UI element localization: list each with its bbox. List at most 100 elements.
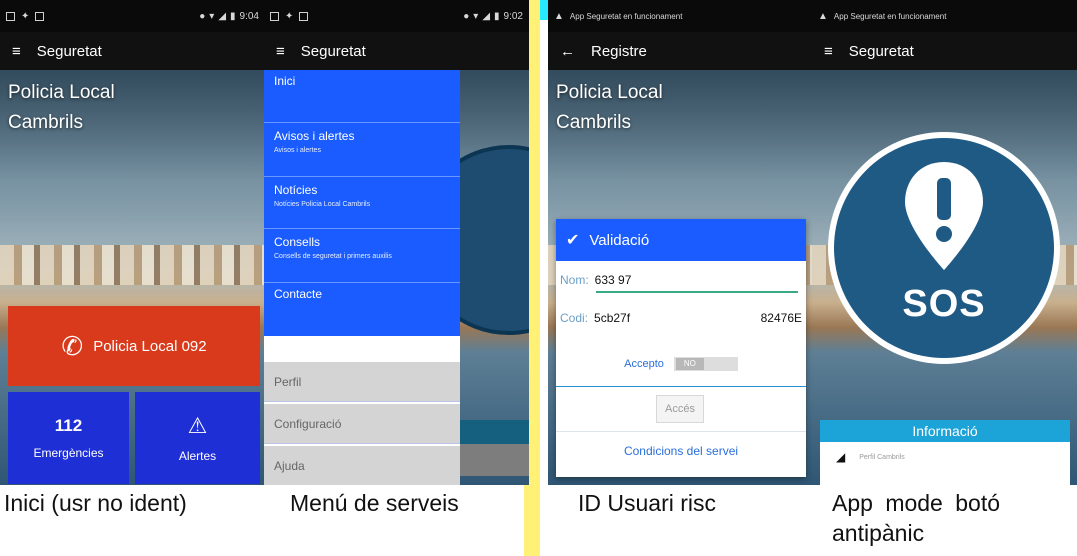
menu-item-label: Notícies — [274, 183, 318, 197]
alert-pin-icon — [905, 162, 983, 270]
battery-icon: ▮ — [494, 10, 500, 22]
code-field[interactable]: Codi: 5cb27f 82476E — [556, 303, 806, 333]
emergency-label: Emergències — [33, 446, 104, 460]
page-heading: Policia Local Cambrils — [556, 78, 663, 138]
info-panel-behind — [460, 444, 529, 476]
menu-item-configuracio[interactable]: Configuració — [264, 404, 460, 444]
info-panel: Informació ◢ Perfil Cambrils — [820, 420, 1070, 485]
menu-item-consells[interactable]: Consells Consells de seguretat i primers… — [264, 228, 460, 282]
menu-item-label: Configuració — [274, 416, 342, 431]
battery-icon: ▮ — [230, 10, 236, 22]
menu-item-label: Ajuda — [274, 458, 305, 473]
caption-screen3: ID Usuari risc — [578, 490, 717, 516]
alerts-tile[interactable]: ⚠ Alertes — [135, 392, 260, 484]
toggle-knob: NO — [675, 357, 704, 370]
notification-icon — [6, 11, 15, 21]
caption-screen4: App mode botó antipànic — [832, 490, 1001, 546]
page-heading: Policia Local Cambrils — [8, 78, 115, 138]
alerts-label: Alertes — [178, 449, 217, 463]
twitter-icon: ✦ — [21, 10, 30, 22]
menu-item-noticies[interactable]: Notícies Notícies Policia Local Cambrils — [264, 176, 460, 228]
heading-line: Cambrils — [8, 112, 83, 133]
menu-item-ajuda[interactable]: Ajuda — [264, 446, 460, 485]
app-title: Registre — [591, 42, 647, 60]
menu-item-inici[interactable]: Inici — [264, 70, 460, 122]
accept-label: Accepto — [624, 357, 664, 370]
hamburger-menu-icon[interactable]: ≡ — [12, 43, 21, 60]
field-underline — [596, 291, 798, 293]
drawer-services-section: Inici Avisos i alertes Avisos i alertes … — [264, 70, 460, 336]
heading-line: Policia Local — [8, 82, 115, 103]
signal-icon: ◢ — [218, 10, 227, 22]
app-bar: ≡ Seguretat — [264, 32, 529, 70]
menu-item-label: Avisos i alertes — [274, 129, 355, 143]
phone-screen-register: ▲ App Seguretat en funcionament ← Regist… — [548, 0, 813, 485]
menu-item-avisos[interactable]: Avisos i alertes Avisos i alertes — [264, 122, 460, 176]
dialog-title: Validació — [589, 231, 650, 249]
status-bar: ✦ ● ▾ ◢ ▮ 9:02 — [264, 0, 529, 32]
app-running-icon: ▲ — [818, 10, 828, 22]
app-title: Seguretat — [36, 42, 102, 60]
accept-row: Accepto NO — [556, 341, 806, 387]
notification-icon — [35, 11, 45, 21]
navigation-drawer: Inici Avisos i alertes Avisos i alertes … — [264, 70, 460, 485]
phone-screen-panic: ▲ App Seguretat en funcionament ≡ Segure… — [812, 0, 1077, 485]
screenshot-collage: ✦ ● ▾ ◢ ▮ 9:04 ≡ Seguretat Policia Local… — [0, 0, 1077, 556]
phone-screen-menu: ✦ ● ▾ ◢ ▮ 9:02 ≡ Seguretat Inici Avisos … — [264, 0, 529, 485]
app-title: Seguretat — [848, 42, 914, 60]
emergency-tile[interactable]: 112 Emergències — [8, 392, 129, 484]
call-police-label: Policia Local 092 — [93, 337, 207, 355]
code-value-end: 82476E — [760, 311, 802, 325]
notification-icon — [270, 11, 279, 21]
info-row[interactable]: ◢ Perfil Cambrils — [820, 442, 1070, 472]
wifi-icon: ▾ — [209, 10, 215, 22]
app-bar: ≡ Seguretat — [812, 32, 1077, 70]
accept-toggle[interactable]: NO — [673, 356, 738, 371]
signal-triangle-icon: ◢ — [836, 450, 846, 464]
code-label: Codi: — [560, 311, 589, 325]
menu-item-sublabel: Notícies Policia Local Cambrils — [274, 201, 371, 208]
status-time: 9:04 — [239, 10, 259, 22]
hamburger-menu-icon[interactable]: ≡ — [276, 43, 285, 60]
menu-item-label: Contacte — [274, 287, 323, 301]
code-value: 5cb27f — [594, 311, 631, 325]
name-label: Nom: — [560, 273, 589, 287]
emergency-number: 112 — [54, 416, 83, 435]
status-bar: ▲ App Seguretat en funcionament — [812, 0, 1077, 32]
app-bar: ← Registre — [548, 32, 813, 70]
app-running-icon: ▲ — [554, 10, 564, 22]
sos-button[interactable]: SOS — [834, 138, 1054, 358]
menu-item-sublabel: Avisos i alertes — [274, 147, 321, 154]
hamburger-menu-icon[interactable]: ≡ — [824, 43, 833, 60]
location-icon: ● — [463, 10, 470, 22]
call-police-button[interactable]: ✆ Policia Local 092 — [8, 306, 260, 386]
location-icon: ● — [199, 10, 206, 22]
menu-item-label: Consells — [274, 235, 321, 249]
info-item: Perfil Cambrils — [859, 453, 905, 461]
wifi-icon: ▾ — [473, 10, 479, 22]
name-field[interactable]: Nom: 633 97 — [556, 265, 806, 295]
menu-item-label: Perfil — [274, 374, 302, 389]
warning-icon: ⚠ — [187, 413, 208, 438]
menu-item-contacte[interactable]: Contacte — [264, 282, 460, 336]
status-text: App Seguretat en funcionament — [833, 11, 947, 21]
notification-icon — [299, 11, 309, 21]
access-button[interactable]: Accés — [656, 395, 704, 423]
status-bar: ✦ ● ▾ ◢ ▮ 9:04 — [0, 0, 265, 32]
info-title: Informació — [820, 420, 1070, 442]
terms-link[interactable]: Condicions del servei — [556, 431, 806, 458]
validation-dialog: ✔ Validació Nom: 633 97 Codi: 5cb27f 824… — [556, 219, 806, 477]
menu-item-label: Inici — [274, 74, 296, 88]
app-title: Seguretat — [300, 42, 366, 60]
back-arrow-icon[interactable]: ← — [560, 43, 575, 60]
signal-icon: ◢ — [482, 10, 491, 22]
info-header-behind — [460, 420, 529, 444]
phone-screen-home: ✦ ● ▾ ◢ ▮ 9:04 ≡ Seguretat Policia Local… — [0, 0, 265, 485]
status-text: App Seguretat en funcionament — [569, 11, 683, 21]
status-time: 9:02 — [503, 10, 523, 22]
menu-item-perfil[interactable]: Perfil — [264, 362, 460, 402]
phone-icon: ✆ — [61, 330, 84, 361]
twitter-icon: ✦ — [285, 10, 294, 22]
name-value: 633 97 — [594, 273, 632, 287]
status-bar: ▲ App Seguretat en funcionament — [548, 0, 813, 32]
